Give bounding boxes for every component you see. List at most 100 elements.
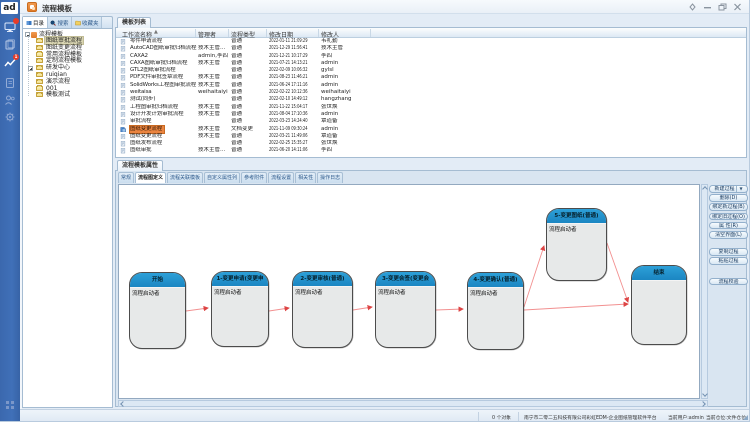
column-separator[interactable] <box>370 29 371 37</box>
cell-name[interactable]: 设计开发计划审批流程 <box>130 111 197 118</box>
prop-tab[interactable]: 相关性 <box>295 172 316 183</box>
cell-manager[interactable]: 技术主管 <box>198 104 230 111</box>
cell-type[interactable]: 普通 <box>231 60 267 67</box>
cell-name[interactable]: 图纸变更流程 <box>130 126 164 133</box>
cell-manager[interactable]: 技术主管 <box>198 126 230 133</box>
dropdown-arrow-icon[interactable]: ▼ <box>736 186 742 193</box>
flow-tool-button[interactable]: 流程校验 <box>709 278 748 286</box>
table-row[interactable]: 图纸变更流程技术主管普通2022-03-21 11:49:06覃道备 <box>116 133 746 140</box>
table-row[interactable]: 零件申请流程普通2022-01-11 21:09:29韦礼勤 <box>116 38 746 45</box>
cell-manager[interactable]: 技术主管 <box>198 111 230 118</box>
flow-tool-button[interactable]: 绑定新过程(B) <box>709 203 748 211</box>
cell-date[interactable]: 2021-11-22 15:04:17 <box>269 104 317 111</box>
cell-date[interactable]: 2022-02-25 15:35:27 <box>269 140 317 147</box>
cell-type[interactable]: 普通 <box>231 67 267 74</box>
cell-name[interactable]: GTL2图纸审批流程 <box>130 67 197 74</box>
cell-name[interactable]: 工程图审批归档流程 <box>130 104 197 111</box>
column-separator[interactable] <box>228 29 229 37</box>
cell-date[interactable]: 2022-03-23 14:24:40 <box>269 118 317 125</box>
cell-date[interactable]: 2021-11-09 09:30:24 <box>269 126 317 133</box>
cell-type[interactable]: 普通 <box>231 89 267 96</box>
column-separator[interactable] <box>195 29 196 37</box>
cell-type[interactable]: 普通 <box>231 104 267 111</box>
tree-item-label[interactable]: 图纸变更流程 <box>45 44 83 51</box>
cell-modifier[interactable]: 张世焕 <box>321 104 369 111</box>
documents-icon[interactable] <box>4 39 16 51</box>
cell-type[interactable]: 普通 <box>231 140 267 147</box>
flow-node[interactable]: 2-变更审核(普通)流程启动者 <box>292 271 353 348</box>
table-row[interactable]: 图纸变更流程技术主管文档变更2021-11-09 09:30:24admin <box>116 126 746 133</box>
prop-tab[interactable]: 流程关联模板 <box>167 172 203 183</box>
cell-name[interactable]: 零件申请流程 <box>130 38 197 45</box>
prop-tab[interactable]: 常规 <box>118 172 134 183</box>
cell-type[interactable]: 普通 <box>231 74 267 81</box>
pin-icon[interactable] <box>688 3 697 11</box>
cell-manager[interactable]: admin,李四 <box>198 53 230 60</box>
cell-manager[interactable]: 技术主管 <box>198 74 230 81</box>
cell-type[interactable]: 普通 <box>231 96 267 103</box>
minimize-icon[interactable] <box>703 3 712 11</box>
grid-icon[interactable] <box>4 399 16 411</box>
cell-date[interactable]: 2021-06-20 14:11:06 <box>269 147 317 154</box>
table-row[interactable]: 工程图审批归档流程技术主管普通2021-11-22 15:04:17 张世焕 <box>116 104 746 111</box>
horizontal-scrollbar[interactable] <box>118 400 708 407</box>
table-row[interactable]: GTL2图纸审批流程普通2022-02-09 10:06:32gylsl <box>116 67 746 74</box>
table-row[interactable]: CAXA2admin,李四普通2021-12-21 10:17:29李四 <box>116 53 746 60</box>
table-row[interactable]: 审批流程普通2022-03-23 14:24:40覃道备 <box>116 118 746 125</box>
prop-tab[interactable]: 参考附件 <box>241 172 267 183</box>
cell-type[interactable]: 普通 <box>231 45 267 52</box>
flow-tool-button[interactable]: 粘贴过程 <box>709 257 748 265</box>
table-row[interactable]: weitaisaweihaitaiyi普通2022-02-22 10:12:36… <box>116 89 746 96</box>
cell-manager[interactable]: 技术主管... <box>198 147 230 154</box>
clipboard-icon[interactable] <box>4 77 16 89</box>
flow-node[interactable]: 结束 <box>631 265 687 345</box>
prop-tab[interactable]: 流程设置 <box>268 172 294 183</box>
flow-tool-button[interactable]: 复制过程 <box>709 248 748 256</box>
cell-manager[interactable]: weihaitaiyi <box>198 89 230 96</box>
cell-date[interactable]: 2021-08-23 11:46:21 <box>269 74 317 81</box>
cell-date[interactable]: 2022-01-11 21:09:29 <box>269 38 317 45</box>
chart-icon[interactable]: 1 <box>4 57 16 69</box>
cell-type[interactable]: 普通 <box>231 111 267 118</box>
prop-tab[interactable]: 流程图定义 <box>135 172 166 183</box>
cell-modifier[interactable]: 覃道备 <box>321 133 369 140</box>
cell-name[interactable]: 图纸发布流程 <box>130 140 197 147</box>
cell-date[interactable]: 2021-12-21 10:17:29 <box>269 53 317 60</box>
table-row[interactable]: CAXA图纸审批归档流程技术主管普通2021-07-21 14:13:21adm… <box>116 60 746 67</box>
cell-type[interactable]: 普通 <box>231 147 267 154</box>
cell-date[interactable]: 2021-12-29 11:56:41 <box>269 45 317 52</box>
flow-tool-button[interactable]: 清空界面(L) <box>709 231 748 239</box>
cell-manager[interactable]: 技术主管... <box>198 45 230 52</box>
cell-modifier[interactable]: admin <box>321 126 369 133</box>
tree-item[interactable]: 模板测试 <box>28 92 112 99</box>
cell-date[interactable]: 2022-02-22 10:12:36 <box>269 89 317 96</box>
cell-name[interactable]: 审批流程 <box>130 118 197 125</box>
cell-name[interactable]: PDF文件审批签章流程 <box>130 74 197 81</box>
flow-node[interactable]: 1-变更申请(变更申流程启动者 <box>211 271 269 347</box>
resize-grip-icon[interactable] <box>743 415 748 420</box>
cell-type[interactable]: 普通 <box>231 82 267 89</box>
cell-modifier[interactable]: admin <box>321 82 369 89</box>
cell-modifier[interactable]: admin <box>321 74 369 81</box>
cell-modifier[interactable]: 李四 <box>321 147 369 154</box>
cell-name[interactable]: 测试(同步) <box>130 96 197 103</box>
table-row[interactable]: AutoCAD图纸审批归档流程技术主管...普通2021-12-29 11:56… <box>116 45 746 52</box>
table-row[interactable]: 设计开发计划审批流程技术主管普通2021-08-04 17:10:36admin <box>116 111 746 118</box>
table-row[interactable]: SolidWorks工程图审批流程技术主管普通2021-06-24 17:11:… <box>116 82 746 89</box>
cell-name[interactable]: CAXA图纸审批归档流程 <box>130 60 197 67</box>
cell-modifier[interactable]: 李四 <box>321 53 369 60</box>
flow-node[interactable]: 5-变更图纸(普通)流程启动者 <box>546 208 607 281</box>
cell-modifier[interactable]: 张世焕 <box>321 140 369 147</box>
flow-tool-button[interactable]: 绑定旧过程(O) <box>709 213 748 221</box>
column-separator[interactable] <box>318 29 319 37</box>
restore-icon[interactable] <box>718 3 727 11</box>
flow-node[interactable]: 开始流程启动者 <box>129 272 186 349</box>
flow-node[interactable]: 3-变更会签(变更会流程启动者 <box>375 271 436 348</box>
cell-name[interactable]: SolidWorks工程图审批流程 <box>130 82 197 89</box>
flow-canvas[interactable]: 开始流程启动者 1-变更申请(变更申流程启动者 2-变更审核(普通)流程启动者 3-变… <box>118 184 700 399</box>
expand-box-icon[interactable] <box>28 66 33 71</box>
cell-name[interactable]: CAXA2 <box>130 53 197 60</box>
cell-manager[interactable]: 技术主管 <box>198 60 230 67</box>
cell-modifier[interactable]: hangzhang <box>321 96 369 103</box>
cell-date[interactable]: 2021-06-24 17:11:16 <box>269 82 317 89</box>
